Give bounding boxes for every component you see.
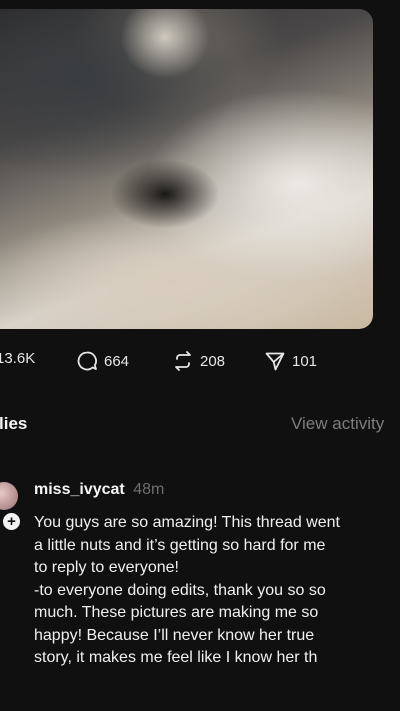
image-fur-highlight — [120, 9, 210, 79]
reply-line: to reply to everyone! — [34, 559, 179, 576]
reply-timestamp: 48m — [133, 481, 165, 498]
reply-line: much. These pictures are making me so — [34, 604, 319, 621]
avatar[interactable] — [0, 482, 18, 510]
share-count: 101 — [292, 352, 318, 370]
follow-plus-icon[interactable]: + — [1, 511, 22, 532]
repost-icon — [172, 350, 194, 372]
repost-stat[interactable]: 208 — [172, 350, 225, 372]
reply-line: a little nuts and it’s getting so hard f… — [34, 536, 326, 554]
repost-count: 208 — [200, 352, 226, 370]
reply-header: miss_ivycat 48m — [34, 481, 164, 499]
send-icon — [264, 350, 286, 372]
share-stat[interactable]: 101 — [264, 350, 317, 372]
post-image[interactable] — [0, 9, 373, 329]
replies-label: lies — [0, 414, 28, 433]
reply-item: + miss_ivycat 48m You guys are so amazin… — [0, 478, 400, 711]
reply-text: You guys are so amazing! This thread wen… — [34, 512, 400, 670]
image-shadow — [110, 159, 220, 229]
like-count: 13.6K — [0, 350, 36, 367]
comment-stat[interactable]: 664 — [76, 350, 129, 372]
reply-line: story, it makes me feel like I know her … — [34, 649, 318, 666]
comment-icon — [76, 350, 98, 372]
replies-header: lies View activity — [0, 414, 400, 438]
reply-username[interactable]: miss_ivycat — [34, 481, 125, 498]
post-stats-bar: 13.6K 664 208 101 — [0, 350, 400, 374]
view-activity-link[interactable]: View activity — [291, 414, 384, 434]
comment-count: 664 — [104, 352, 130, 370]
like-stat[interactable]: 13.6K — [0, 350, 35, 367]
reply-line: -to everyone doing edits, thank you so s… — [34, 581, 326, 599]
reply-line: You guys are so amazing! This thread wen… — [34, 514, 340, 531]
reply-line: happy! Because I’ll never know her true — [34, 626, 315, 644]
